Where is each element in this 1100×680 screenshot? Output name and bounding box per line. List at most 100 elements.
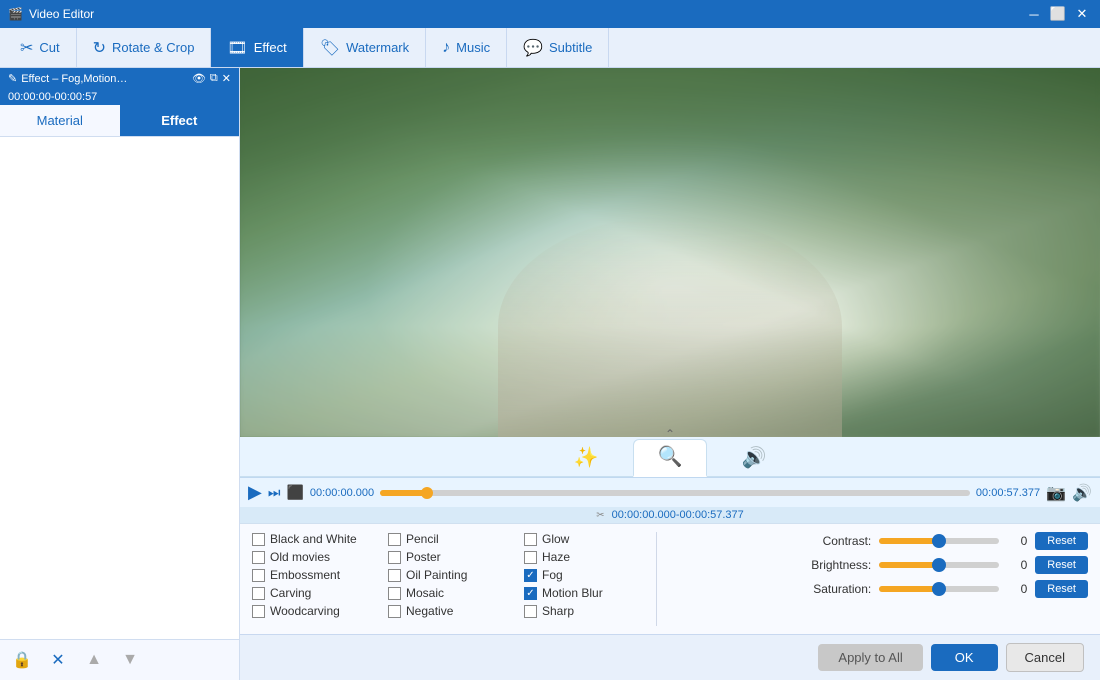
stop-button[interactable]: ⬛ [286, 484, 303, 501]
effect-glow[interactable]: Glow [524, 532, 644, 546]
divider [656, 532, 657, 626]
checkbox-bw[interactable] [252, 533, 265, 546]
screenshot-icon[interactable]: 📷 [1046, 483, 1066, 503]
checkbox-carving[interactable] [252, 587, 265, 600]
effect-poster[interactable]: Poster [388, 550, 508, 564]
tab-bar: ✂ Cut ↻ Rotate & Crop 🎞 Effect 🏷 Waterma… [0, 28, 1100, 68]
brightness-row: Brightness: 0 Reset [799, 556, 1088, 574]
close-button[interactable]: ✕ [1072, 4, 1092, 24]
cancel-button[interactable]: Cancel [1006, 643, 1084, 672]
effect-motionblur[interactable]: ✓ Motion Blur [524, 586, 644, 600]
active-clip-label: ✎ Effect – Fog,Motion… 👁 ⧉ ✕ [0, 68, 239, 89]
audio-icon: 🔊 [741, 445, 766, 470]
progress-thumb[interactable] [421, 487, 433, 499]
brightness-reset[interactable]: Reset [1035, 556, 1088, 574]
effects-and-sliders: Black and White Old movies Embossment [252, 532, 1088, 626]
close-clip-icon[interactable]: ✕ [222, 72, 231, 85]
effect-woodcarving[interactable]: Woodcarving [252, 604, 372, 618]
progress-track[interactable] [380, 490, 970, 496]
effect-fog[interactable]: ✓ Fog [524, 568, 644, 582]
lock-button[interactable]: 🔒 [8, 646, 36, 674]
sidebar-tab-effect[interactable]: Effect [120, 105, 240, 136]
checkbox-emboss[interactable] [252, 569, 265, 582]
effect-carving[interactable]: Carving [252, 586, 372, 600]
effect-old[interactable]: Old movies [252, 550, 372, 564]
brightness-thumb[interactable] [932, 558, 946, 572]
effect-sharp[interactable]: Sharp [524, 604, 644, 618]
checkbox-mosaic[interactable] [388, 587, 401, 600]
saturation-thumb[interactable] [932, 582, 946, 596]
apply-all-button[interactable]: Apply to All [818, 644, 922, 671]
effect-tab-blur[interactable]: 🔍 [633, 439, 708, 477]
video-preview [240, 68, 1100, 437]
minimize-button[interactable]: ─ [1024, 4, 1044, 24]
contrast-row: Contrast: 0 Reset [799, 532, 1088, 550]
copy-icon[interactable]: ⧉ [210, 72, 218, 85]
eye-icon[interactable]: 👁 [192, 72, 206, 85]
tab-effect[interactable]: 🎞 Effect [211, 28, 303, 67]
checkbox-motionblur[interactable]: ✓ [524, 587, 537, 600]
effect-icon: 🎞 [227, 38, 247, 58]
brightness-fill-left [879, 562, 939, 568]
ok-button[interactable]: OK [931, 644, 998, 671]
saturation-reset[interactable]: Reset [1035, 580, 1088, 598]
sidebar-content [0, 137, 239, 639]
contrast-track[interactable] [879, 538, 999, 544]
subtitle-icon: 💬 [523, 38, 543, 58]
edit-icon: ✎ [8, 72, 17, 85]
sliders-area: Contrast: 0 Reset Brightness: [799, 532, 1088, 626]
move-up-button[interactable]: ▲ [80, 646, 108, 674]
effect-tab-enhance[interactable]: ✨ [550, 441, 623, 476]
effect-bw[interactable]: Black and White [252, 532, 372, 546]
time-range-display: ✂ 00:00:00.000-00:00:57.377 [240, 507, 1100, 523]
right-content: ⌃ ✨ 🔍 🔊 ▶ ⏭ ⬛ 00:00:00.000 [240, 68, 1100, 680]
effect-tab-audio[interactable]: 🔊 [717, 441, 790, 476]
checkbox-old[interactable] [252, 551, 265, 564]
sidebar: ✎ Effect – Fog,Motion… 👁 ⧉ ✕ 00:00:00-00… [0, 68, 240, 680]
checkbox-negative[interactable] [388, 605, 401, 618]
effects-col-3: Glow Haze ✓ Fog ✓ Motion Blur [524, 532, 644, 618]
brightness-track[interactable] [879, 562, 999, 568]
delete-button[interactable]: ✕ [44, 646, 72, 674]
checkbox-oilpainting[interactable] [388, 569, 401, 582]
effects-col-2: Pencil Poster Oil Painting Mosaic [388, 532, 508, 618]
volume-icon[interactable]: 🔊 [1072, 483, 1092, 503]
effect-emboss[interactable]: Embossment [252, 568, 372, 582]
contrast-thumb[interactable] [932, 534, 946, 548]
play-button[interactable]: ▶ [248, 482, 262, 503]
effect-tabs-row: ⌃ ✨ 🔍 🔊 [240, 437, 1100, 477]
tab-music[interactable]: ♪ Music [426, 28, 507, 67]
saturation-row: Saturation: 0 Reset [799, 580, 1088, 598]
contrast-value: 0 [1007, 534, 1027, 548]
effect-mosaic[interactable]: Mosaic [388, 586, 508, 600]
title-bar: 🎬 Video Editor ─ ⬜ ✕ [0, 0, 1100, 28]
move-down-button[interactable]: ▼ [116, 646, 144, 674]
checkbox-pencil[interactable] [388, 533, 401, 546]
video-area [240, 68, 1100, 437]
contrast-reset[interactable]: Reset [1035, 532, 1088, 550]
contrast-label: Contrast: [799, 534, 871, 548]
tab-watermark[interactable]: 🏷 Watermark [304, 28, 426, 67]
tab-subtitle[interactable]: 💬 Subtitle [507, 28, 609, 67]
checkbox-woodcarving[interactable] [252, 605, 265, 618]
brightness-value: 0 [1007, 558, 1027, 572]
duration-display: 00:00:57.377 [976, 487, 1040, 499]
blur-icon: 🔍 [658, 444, 683, 469]
effect-negative[interactable]: Negative [388, 604, 508, 618]
chevron-up-icon: ⌃ [665, 427, 675, 441]
effect-haze[interactable]: Haze [524, 550, 644, 564]
sidebar-tab-material[interactable]: Material [0, 105, 120, 136]
checkbox-glow[interactable] [524, 533, 537, 546]
saturation-fill-left [879, 586, 939, 592]
step-button[interactable]: ⏭ [268, 484, 281, 501]
checkbox-sharp[interactable] [524, 605, 537, 618]
checkbox-poster[interactable] [388, 551, 401, 564]
saturation-track[interactable] [879, 586, 999, 592]
checkbox-haze[interactable] [524, 551, 537, 564]
restore-button[interactable]: ⬜ [1048, 4, 1068, 24]
tab-rotate[interactable]: ↻ Rotate & Crop [77, 28, 212, 67]
checkbox-fog[interactable]: ✓ [524, 569, 537, 582]
tab-cut[interactable]: ✂ Cut [4, 28, 77, 67]
effect-oilpainting[interactable]: Oil Painting [388, 568, 508, 582]
effect-pencil[interactable]: Pencil [388, 532, 508, 546]
